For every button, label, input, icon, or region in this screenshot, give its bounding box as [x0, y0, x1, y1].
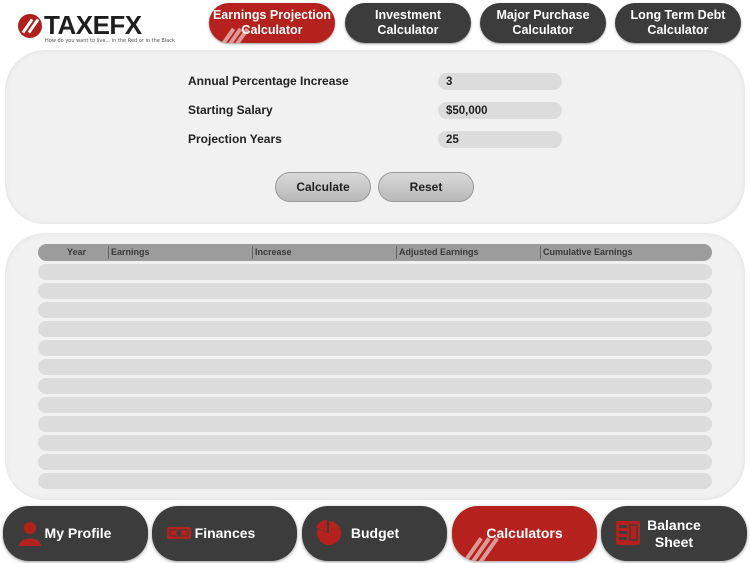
column-header-cumulative-earnings: Cumulative Earnings — [543, 247, 633, 257]
projection-years-input[interactable] — [438, 131, 562, 148]
money-icon — [167, 527, 191, 539]
table-row — [38, 321, 712, 337]
table-row — [38, 473, 712, 489]
nav-balance-sheet[interactable]: Balance Sheet — [601, 506, 747, 561]
table-row — [38, 340, 712, 356]
nav-label: Calculators — [486, 525, 563, 541]
table-row — [38, 416, 712, 432]
nav-label: Balance Sheet — [647, 516, 701, 550]
nav-budget[interactable]: Budget — [302, 506, 447, 561]
projection-years-label: Projection Years — [188, 132, 282, 146]
table-row — [38, 283, 712, 299]
starting-salary-label: Starting Salary — [188, 103, 273, 117]
table-row — [38, 435, 712, 451]
tab-label: Major Purchase Calculator — [496, 8, 590, 37]
table-row — [38, 378, 712, 394]
column-divider — [540, 246, 541, 259]
table-row — [38, 359, 712, 375]
column-header-increase: Increase — [255, 247, 292, 257]
tab-earnings-projection[interactable]: Earnings Projection Calculator — [209, 3, 335, 43]
brand-name: TAXEFX — [44, 10, 142, 40]
nav-finances[interactable]: Finances — [152, 506, 297, 561]
column-header-year: Year — [67, 247, 87, 257]
tab-investment[interactable]: Investment Calculator — [345, 3, 471, 43]
annual-increase-row: Annual Percentage Increase — [188, 73, 568, 91]
brand-tagline: How do you want to live... in the Red or… — [45, 38, 175, 44]
tab-long-term-debt[interactable]: Long Term Debt Calculator — [615, 3, 741, 43]
column-divider — [252, 246, 253, 259]
nav-label: Budget — [350, 525, 400, 541]
projection-years-row: Projection Years — [188, 131, 568, 149]
nav-calculators[interactable]: Calculators — [452, 506, 597, 561]
nav-label: My Profile — [44, 525, 112, 541]
annual-increase-label: Annual Percentage Increase — [188, 74, 349, 88]
starting-salary-input[interactable] — [438, 102, 562, 119]
person-icon — [19, 522, 41, 546]
balance-sheet-icon — [616, 521, 640, 545]
table-row — [38, 397, 712, 413]
annual-increase-input[interactable] — [438, 73, 562, 90]
nav-my-profile[interactable]: My Profile — [3, 506, 148, 561]
taxefx-logo: TAXEFX How do you want to live... in the… — [18, 10, 175, 44]
column-header-adjusted-earnings: Adjusted Earnings — [399, 247, 479, 257]
tab-label: Investment Calculator — [375, 8, 441, 37]
logo-mark-icon — [18, 14, 42, 38]
results-table-header: Year Earnings Increase Adjusted Earnings… — [38, 244, 712, 261]
table-row — [38, 302, 712, 318]
pie-chart-icon — [316, 520, 342, 545]
table-row — [38, 454, 712, 470]
tab-label: Earnings Projection Calculator — [212, 8, 332, 37]
tab-label: Long Term Debt Calculator — [630, 8, 726, 37]
table-row — [38, 264, 712, 280]
reset-button[interactable]: Reset — [378, 172, 474, 202]
nav-label: Finances — [194, 525, 256, 541]
tab-major-purchase[interactable]: Major Purchase Calculator — [480, 3, 606, 43]
column-divider — [396, 246, 397, 259]
column-divider — [108, 246, 109, 259]
calculate-button[interactable]: Calculate — [275, 172, 371, 202]
column-header-earnings: Earnings — [111, 247, 150, 257]
starting-salary-row: Starting Salary — [188, 102, 568, 120]
